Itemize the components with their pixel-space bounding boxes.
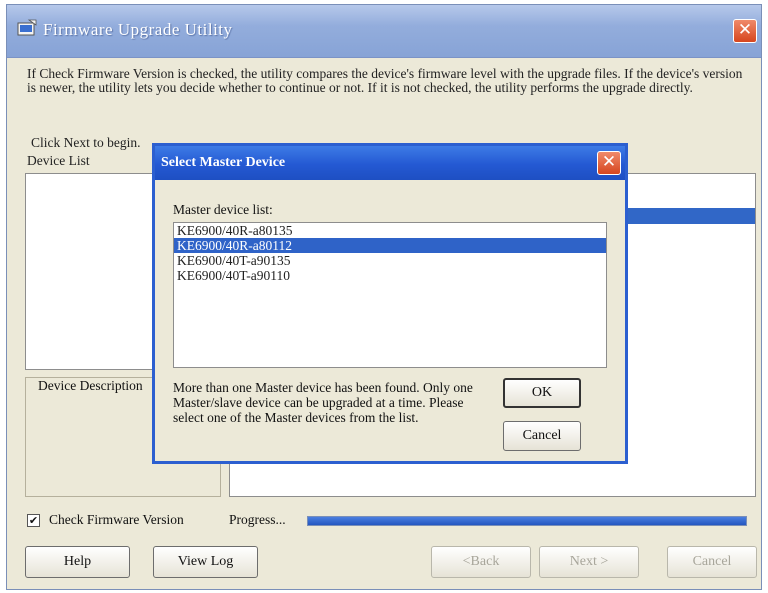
close-icon[interactable]: ✕ <box>597 151 621 175</box>
device-list-label: Device List <box>27 153 90 168</box>
master-device-item[interactable]: KE6900/40T-a90135 <box>174 253 606 268</box>
dialog-title: Select Master Device <box>161 155 286 170</box>
app-icon <box>17 19 37 36</box>
check-firmware-label[interactable]: Check Firmware Version <box>49 512 184 528</box>
window-title: Firmware Upgrade Utility <box>43 20 233 39</box>
cancel-button[interactable]: Cancel <box>667 546 757 578</box>
select-master-device-dialog: Select Master Device ✕ Master device lis… <box>152 143 628 464</box>
check-firmware-row: ✔ Check Firmware Version Progress... <box>27 511 747 531</box>
click-next-text: Click Next to begin. <box>31 135 141 150</box>
title-bar: Firmware Upgrade Utility ✕ <box>7 5 761 58</box>
progress-bar <box>307 516 747 526</box>
progress-fill <box>308 517 746 525</box>
master-device-item[interactable]: KE6900/40R-a80135 <box>174 223 606 238</box>
close-icon[interactable]: ✕ <box>733 19 757 43</box>
dialog-cancel-button[interactable]: Cancel <box>503 421 581 451</box>
dialog-title-bar: Select Master Device ✕ <box>155 146 625 180</box>
check-firmware-checkbox[interactable]: ✔ <box>27 514 40 527</box>
master-device-item[interactable]: KE6900/40T-a90110 <box>174 268 606 283</box>
master-device-list[interactable]: KE6900/40R-a80135 KE6900/40R-a80112 KE6900… <box>173 222 607 368</box>
device-description-label: Device Description <box>38 378 145 394</box>
back-button[interactable]: <Back <box>431 546 531 578</box>
intro-text: If Check Firmware Version is checked, th… <box>27 66 743 95</box>
help-button[interactable]: Help <box>25 546 130 578</box>
next-button[interactable]: Next > <box>539 546 639 578</box>
progress-label: Progress... <box>229 512 286 527</box>
master-device-list-label: Master device list: <box>173 202 273 217</box>
dialog-message: More than one Master device has been fou… <box>173 380 473 425</box>
ok-button[interactable]: OK <box>503 378 581 408</box>
view-log-button[interactable]: View Log <box>153 546 258 578</box>
master-device-item[interactable]: KE6900/40R-a80112 <box>174 238 606 253</box>
